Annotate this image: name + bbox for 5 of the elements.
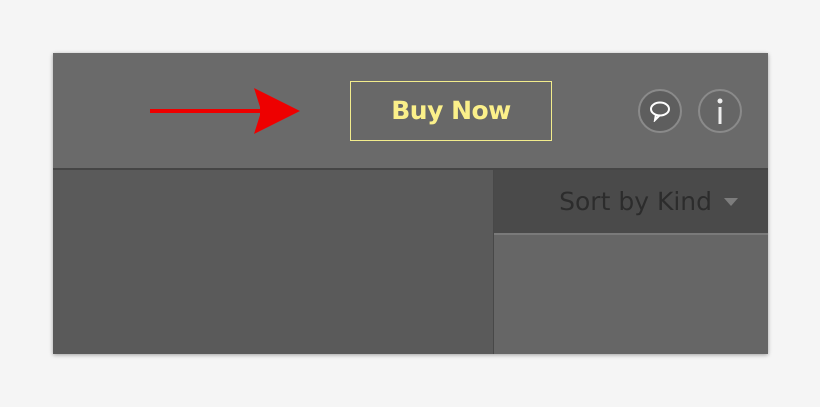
info-icon[interactable]	[698, 88, 742, 132]
caret-icon	[724, 198, 738, 206]
arrow-icon	[150, 86, 302, 136]
chat-icon[interactable]	[638, 88, 682, 132]
buy-now-button[interactable]: Buy Now	[350, 80, 552, 140]
